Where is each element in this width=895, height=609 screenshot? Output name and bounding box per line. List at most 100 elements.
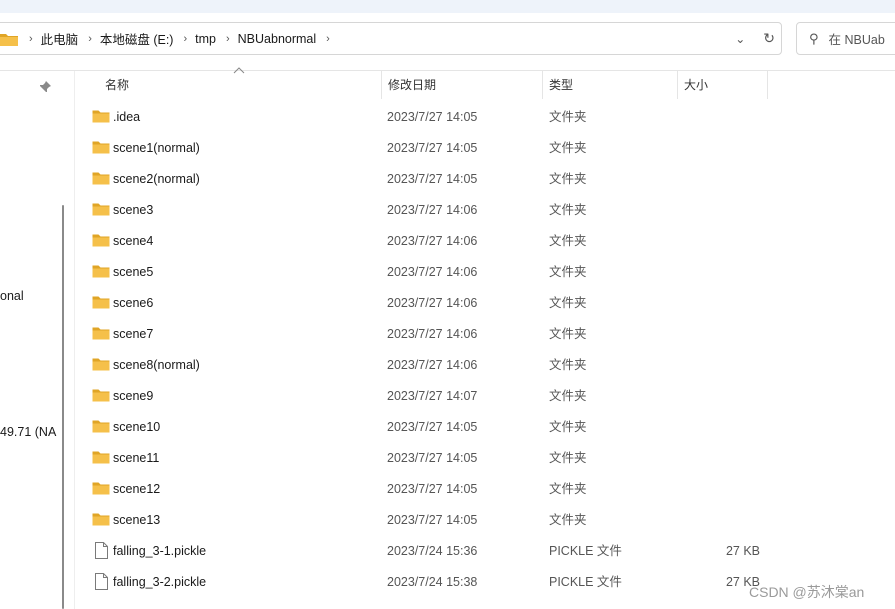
folder-icon — [92, 234, 110, 247]
file-type: 文件夹 — [549, 203, 587, 217]
column-header-date[interactable]: 修改日期 — [388, 73, 436, 97]
window-top-strip — [0, 0, 895, 13]
address-controls: ⌄ ↻ — [735, 23, 775, 54]
folder-row[interactable]: scene7 2023/7/27 14:06 文件夹 — [86, 319, 776, 350]
breadcrumb-separator-icon[interactable]: › — [88, 33, 92, 45]
folder-row[interactable]: scene5 2023/7/27 14:06 文件夹 — [86, 257, 776, 288]
file-type: 文件夹 — [549, 389, 587, 403]
file-size: 27 KB — [725, 544, 760, 558]
folder-icon — [92, 327, 110, 340]
folder-row[interactable]: scene1(normal) 2023/7/27 14:05 文件夹 — [86, 133, 776, 164]
nav-item-label[interactable]: 49.71 (NA — [0, 425, 56, 439]
folder-row[interactable]: scene13 2023/7/27 14:05 文件夹 — [86, 505, 776, 536]
file-modified-date: 2023/7/27 14:05 — [387, 420, 478, 434]
folder-row[interactable]: scene10 2023/7/27 14:05 文件夹 — [86, 412, 776, 443]
file-name[interactable]: falling_3-1.pickle — [113, 536, 206, 567]
folder-row[interactable]: scene11 2023/7/27 14:05 文件夹 — [86, 443, 776, 474]
column-divider[interactable] — [767, 71, 768, 99]
file-name[interactable]: scene3 — [113, 195, 153, 226]
file-type: 文件夹 — [549, 141, 587, 155]
file-modified-date: 2023/7/27 14:06 — [387, 203, 478, 217]
file-type: 文件夹 — [549, 110, 587, 124]
breadcrumb-separator-icon[interactable]: › — [326, 33, 330, 45]
column-divider[interactable] — [381, 71, 382, 99]
file-row[interactable]: falling_3-2.pickle 2023/7/24 15:38 PICKLE … — [86, 567, 776, 598]
file-name[interactable]: scene4 — [113, 226, 153, 257]
breadcrumb-separator-icon[interactable]: › — [226, 33, 230, 45]
file-modified-date: 2023/7/27 14:07 — [387, 389, 478, 403]
folder-icon — [92, 141, 110, 154]
nav-scrollbar[interactable] — [62, 205, 64, 609]
folder-icon — [92, 358, 110, 371]
address-bar[interactable]: › 此电脑 › 本地磁盘 (E:) › tmp › NBUabnormal › … — [0, 22, 782, 55]
file-name[interactable]: scene5 — [113, 257, 153, 288]
file-name[interactable]: scene7 — [113, 319, 153, 350]
folder-icon — [92, 420, 110, 433]
file-name[interactable]: scene12 — [113, 474, 160, 505]
file-name[interactable]: scene6 — [113, 288, 153, 319]
breadcrumb-item-tmp[interactable]: tmp — [195, 32, 216, 46]
file-name[interactable]: .idea — [113, 102, 140, 133]
file-type: 文件夹 — [549, 451, 587, 465]
search-input[interactable]: ⚲ 在 NBUab — [796, 22, 895, 55]
folder-row[interactable]: scene4 2023/7/27 14:06 文件夹 — [86, 226, 776, 257]
divider — [0, 70, 895, 71]
folder-row[interactable]: .idea 2023/7/27 14:05 文件夹 — [86, 102, 776, 133]
refresh-icon[interactable]: ↻ — [763, 30, 775, 47]
file-type: 文件夹 — [549, 296, 587, 310]
chevron-down-icon[interactable]: ⌄ — [735, 32, 745, 46]
file-type: 文件夹 — [549, 420, 587, 434]
folder-icon — [92, 296, 110, 309]
file-name[interactable]: scene1(normal) — [113, 133, 200, 164]
file-modified-date: 2023/7/27 14:05 — [387, 172, 478, 186]
file-type: PICKLE 文件 — [549, 544, 622, 558]
file-modified-date: 2023/7/27 14:05 — [387, 513, 478, 527]
file-modified-date: 2023/7/24 15:36 — [387, 544, 478, 558]
breadcrumb-item-current[interactable]: NBUabnormal — [238, 32, 317, 46]
watermark: CSDN @苏沐棠an — [749, 584, 865, 600]
file-name[interactable]: falling_3-2.pickle — [113, 567, 206, 598]
column-header-type[interactable]: 类型 — [549, 73, 573, 97]
breadcrumb: › 此电脑 › 本地磁盘 (E:) › tmp › NBUabnormal › — [0, 23, 338, 54]
column-divider[interactable] — [677, 71, 678, 99]
column-divider[interactable] — [542, 71, 543, 99]
folder-row[interactable]: scene8(normal) 2023/7/27 14:06 文件夹 — [86, 350, 776, 381]
file-type: 文件夹 — [549, 172, 587, 186]
search-placeholder: 在 NBUab — [828, 33, 885, 47]
file-row[interactable]: falling_3-1.pickle 2023/7/24 15:36 PICKLE … — [86, 536, 776, 567]
file-modified-date: 2023/7/27 14:06 — [387, 234, 478, 248]
pin-icon[interactable] — [38, 80, 52, 94]
file-type: PICKLE 文件 — [549, 575, 622, 589]
column-header-size[interactable]: 大小 — [684, 73, 708, 97]
folder-icon — [92, 482, 110, 495]
file-name[interactable]: scene9 — [113, 381, 153, 412]
file-type: 文件夹 — [549, 265, 587, 279]
folder-row[interactable]: scene9 2023/7/27 14:07 文件夹 — [86, 381, 776, 412]
file-type: 文件夹 — [549, 513, 587, 527]
file-modified-date: 2023/7/27 14:05 — [387, 482, 478, 496]
file-modified-date: 2023/7/27 14:05 — [387, 141, 478, 155]
folder-icon — [92, 513, 110, 526]
folder-row[interactable]: scene2(normal) 2023/7/27 14:05 文件夹 — [86, 164, 776, 195]
file-name[interactable]: scene11 — [113, 443, 159, 474]
file-type: 文件夹 — [549, 234, 587, 248]
column-header-name[interactable]: 名称 — [105, 73, 129, 97]
file-name[interactable]: scene8(normal) — [113, 350, 200, 381]
folder-icon — [92, 203, 110, 216]
nav-item-label[interactable]: onal — [0, 289, 24, 303]
file-type: 文件夹 — [549, 482, 587, 496]
file-name[interactable]: scene10 — [113, 412, 160, 443]
breadcrumb-item-drive[interactable]: 本地磁盘 (E:) — [100, 29, 174, 48]
file-icon — [95, 573, 108, 590]
sort-ascending-icon — [233, 67, 245, 74]
breadcrumb-separator-icon[interactable]: › — [29, 33, 33, 45]
breadcrumb-separator-icon[interactable]: › — [183, 33, 187, 45]
folder-icon — [0, 33, 18, 46]
file-name[interactable]: scene2(normal) — [113, 164, 200, 195]
folder-row[interactable]: scene3 2023/7/27 14:06 文件夹 — [86, 195, 776, 226]
folder-icon — [92, 265, 110, 278]
folder-row[interactable]: scene12 2023/7/27 14:05 文件夹 — [86, 474, 776, 505]
breadcrumb-item-this-pc[interactable]: 此电脑 — [41, 29, 79, 48]
folder-row[interactable]: scene6 2023/7/27 14:06 文件夹 — [86, 288, 776, 319]
file-name[interactable]: scene13 — [113, 505, 160, 536]
